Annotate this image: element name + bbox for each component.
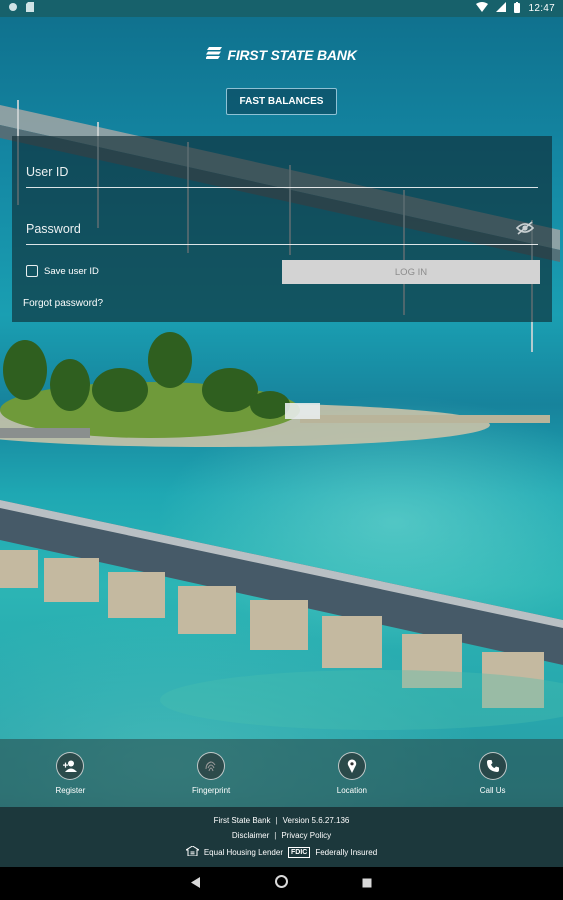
user-id-input[interactable] <box>26 158 538 186</box>
bank-flag-icon <box>205 46 223 64</box>
footer-version-row: First State Bank | Version 5.6.27.136 <box>214 816 350 825</box>
person-add-icon[interactable] <box>56 751 85 780</box>
login-button[interactable]: LOG IN <box>282 260 540 284</box>
save-user-id-checkbox[interactable] <box>26 265 38 277</box>
status-right: 12:47 <box>476 1 555 16</box>
footer-links-row: Disclaimer | Privacy Policy <box>232 831 331 840</box>
location-action[interactable]: Location <box>297 751 407 795</box>
equal-housing-icon <box>184 845 201 858</box>
register-label: Register <box>55 785 86 795</box>
call-us-label: Call Us <box>479 785 506 795</box>
clock-time: 12:47 <box>528 3 555 14</box>
fdic-badge: FDIC <box>288 846 311 858</box>
privacy-policy-link[interactable]: Privacy Policy <box>281 831 331 840</box>
save-user-id-label: Save user ID <box>44 265 99 277</box>
bank-name: FIRST STATE BANK <box>227 47 357 63</box>
password-field[interactable] <box>26 215 538 245</box>
battery-icon <box>514 1 521 16</box>
register-action[interactable]: Register <box>15 751 125 795</box>
disclaimer-link[interactable]: Disclaimer <box>232 831 269 840</box>
signal-icon <box>496 2 507 15</box>
fingerprint-action[interactable]: Fingerprint <box>156 751 266 795</box>
save-user-id-row[interactable]: Save user ID <box>26 265 99 277</box>
footer-separator: | <box>274 831 277 840</box>
footer-version: Version 5.6.27.136 <box>282 816 350 825</box>
home-icon[interactable] <box>275 874 288 893</box>
status-bar: 12:47 <box>0 0 563 17</box>
login-panel: Save user ID LOG IN Forgot password? <box>12 136 552 322</box>
sd-card-icon <box>26 2 35 15</box>
recents-icon[interactable] <box>362 875 372 893</box>
phone-icon[interactable] <box>478 751 507 780</box>
bank-logo: FIRST STATE BANK <box>0 46 563 64</box>
status-left <box>8 2 35 15</box>
forgot-password-link[interactable]: Forgot password? <box>23 298 103 309</box>
fingerprint-icon[interactable] <box>197 751 226 780</box>
wifi-icon <box>476 2 489 15</box>
fingerprint-label: Fingerprint <box>192 785 231 795</box>
footer-bank-name: First State Bank <box>213 816 271 825</box>
federally-insured: Federally Insured <box>315 847 378 857</box>
footer-separator: | <box>275 816 278 825</box>
android-navigation-bar <box>0 867 563 900</box>
password-input[interactable] <box>26 215 538 243</box>
location-label: Location <box>336 785 367 795</box>
user-id-field[interactable] <box>26 158 538 188</box>
footer: First State Bank | Version 5.6.27.136 Di… <box>0 807 563 867</box>
location-pin-icon[interactable] <box>337 751 366 780</box>
eye-off-icon[interactable] <box>515 221 535 235</box>
bottom-quick-actions: Register Fingerprint Location Call Us <box>0 739 563 807</box>
notification-icon <box>8 2 18 15</box>
equal-housing-lender: Equal Housing Lender <box>203 847 283 857</box>
fast-balances-button[interactable]: FAST BALANCES <box>226 88 337 115</box>
call-us-action[interactable]: Call Us <box>438 751 548 795</box>
footer-compliance-row: Equal Housing Lender FDIC Federally Insu… <box>184 845 378 858</box>
back-icon[interactable] <box>191 875 201 893</box>
